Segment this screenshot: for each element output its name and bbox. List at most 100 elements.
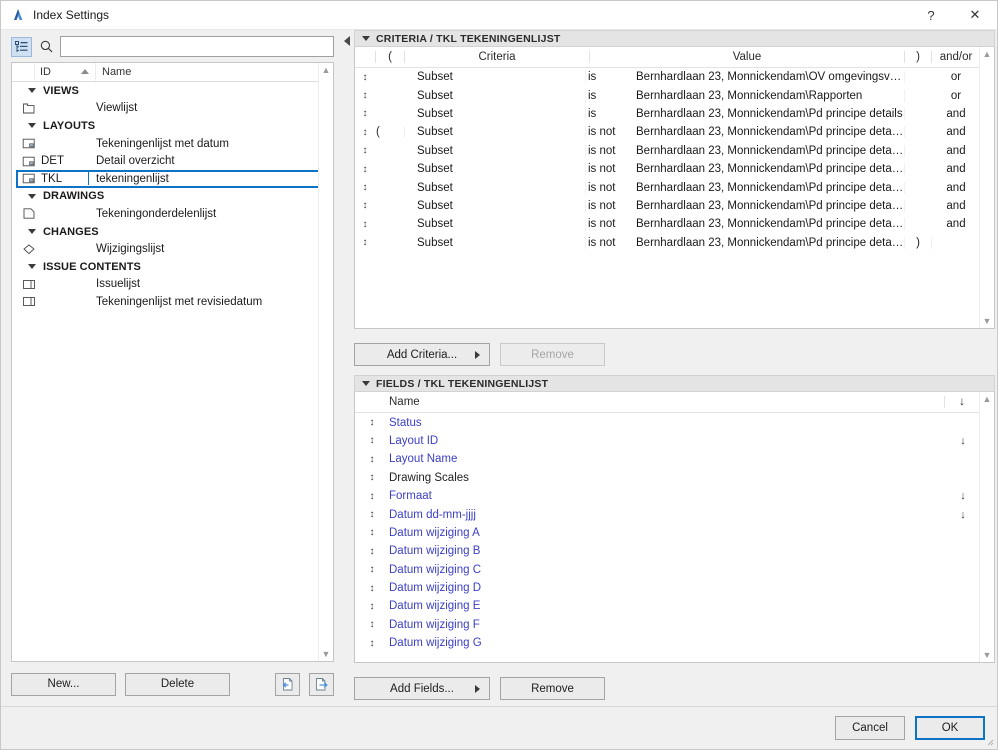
fields-scrollbar[interactable]: ▲ ▼ xyxy=(979,392,994,662)
criteria-value[interactable]: Bernhardlaan 23, Monnickendam\Pd princip… xyxy=(634,236,905,249)
scroll-up-icon[interactable]: ▲ xyxy=(980,392,994,406)
field-name[interactable]: Datum dd-mm-jjjj xyxy=(389,509,946,521)
export-icon[interactable] xyxy=(309,672,334,696)
criteria-row[interactable]: ↕ Subset is not Bernhardlaan 23, Monnickend… xyxy=(355,142,994,160)
criteria-operator[interactable]: is not xyxy=(586,145,634,157)
tree-item-tekeningenlijst-met-revisiedatum[interactable]: Tekeningenlijst met revisiedatum xyxy=(12,293,333,311)
field-name[interactable]: Drawing Scales xyxy=(389,472,946,484)
criteria-row[interactable]: ↕ Subset is not Bernhardlaan 23, Monnickend… xyxy=(355,160,994,178)
chevron-down-icon[interactable] xyxy=(362,381,370,387)
criteria-operator[interactable]: is not xyxy=(586,126,634,138)
tree-item-tekeningenlijst-met-datum[interactable]: Tekeningenlijst met datum xyxy=(12,135,333,153)
fields-section-header[interactable]: FIELDS / TKL TEKENINGENLIJST xyxy=(354,375,995,393)
field-drag-handle-icon[interactable]: ↕ xyxy=(355,491,389,502)
criteria-value[interactable]: Bernhardlaan 23, Monnickendam\Pd princip… xyxy=(634,126,905,139)
field-row[interactable]: ↕ Datum wijziging C xyxy=(355,560,994,578)
field-drag-handle-icon[interactable]: ↕ xyxy=(355,435,389,446)
criteria-value[interactable]: Bernhardlaan 23, Monnickendam\Pd princip… xyxy=(634,144,905,157)
field-name[interactable]: Layout ID xyxy=(389,435,946,447)
criteria-field[interactable]: Subset xyxy=(405,89,586,102)
criteria-drag-handle-icon[interactable]: ↕ xyxy=(355,127,375,138)
field-row[interactable]: ↕ Datum wijziging F xyxy=(355,616,994,634)
field-name[interactable]: Formaat xyxy=(389,490,946,502)
field-drag-handle-icon[interactable]: ↕ xyxy=(355,564,389,575)
criteria-operator[interactable]: is not xyxy=(586,200,634,212)
sort-descending-icon[interactable]: ↓ xyxy=(946,509,980,521)
scroll-down-icon[interactable]: ▼ xyxy=(980,314,994,328)
field-row[interactable]: ↕ Drawing Scales xyxy=(355,469,994,487)
scroll-up-icon[interactable]: ▲ xyxy=(319,63,333,77)
criteria-paren-open[interactable]: ( xyxy=(375,126,405,139)
criteria-andor[interactable]: and xyxy=(932,126,980,138)
field-row[interactable]: ↕ Datum wijziging E xyxy=(355,597,994,615)
tree-item-tekeningonderdelenlijst[interactable]: Tekeningonderdelenlijst xyxy=(12,205,333,223)
import-icon[interactable] xyxy=(275,672,300,696)
field-row[interactable]: ↕ Datum dd-mm-jjjj ↓ xyxy=(355,505,994,523)
scroll-down-icon[interactable]: ▼ xyxy=(319,647,333,661)
tree-item-id[interactable]: TKL xyxy=(40,173,93,185)
criteria-field[interactable]: Subset xyxy=(405,107,586,120)
field-name[interactable]: Datum wijziging G xyxy=(389,637,946,649)
criteria-operator[interactable]: is xyxy=(586,90,634,102)
criteria-header-paren-open[interactable]: ( xyxy=(375,51,405,63)
criteria-operator[interactable]: is xyxy=(586,71,634,83)
criteria-operator[interactable]: is not xyxy=(586,237,634,249)
chevron-down-icon[interactable] xyxy=(28,123,36,129)
criteria-header-value[interactable]: Value xyxy=(590,51,905,63)
criteria-andor[interactable]: or xyxy=(932,90,980,102)
criteria-andor[interactable]: and xyxy=(932,163,980,175)
field-drag-handle-icon[interactable]: ↕ xyxy=(355,638,389,649)
add-fields-button[interactable]: Add Fields... xyxy=(354,677,490,700)
chevron-down-icon[interactable] xyxy=(28,193,36,199)
field-drag-handle-icon[interactable]: ↕ xyxy=(355,417,389,428)
chevron-down-icon[interactable] xyxy=(28,229,36,235)
close-button[interactable]: ✕ xyxy=(953,1,997,29)
remove-fields-button[interactable]: Remove xyxy=(500,677,605,700)
new-button[interactable]: New... xyxy=(11,672,116,696)
criteria-value[interactable]: Bernhardlaan 23, Monnickendam\Rapporten xyxy=(634,89,905,102)
chevron-down-icon[interactable] xyxy=(28,88,36,94)
field-name[interactable]: Datum wijziging B xyxy=(389,545,946,557)
criteria-drag-handle-icon[interactable]: ↕ xyxy=(355,72,375,83)
criteria-drag-handle-icon[interactable]: ↕ xyxy=(355,237,375,248)
field-drag-handle-icon[interactable]: ↕ xyxy=(355,619,389,630)
criteria-value[interactable]: Bernhardlaan 23, Monnickendam\Pd princip… xyxy=(634,163,905,176)
criteria-operator[interactable]: is not xyxy=(586,218,634,230)
tree-scrollbar[interactable]: ▲ ▼ xyxy=(318,63,333,661)
scroll-up-icon[interactable]: ▲ xyxy=(980,47,994,61)
criteria-andor[interactable]: and xyxy=(932,108,980,120)
criteria-field[interactable]: Subset xyxy=(405,163,586,176)
tree-item-issuelijst[interactable]: Issuelijst xyxy=(12,276,333,294)
tree-item-det[interactable]: DET Detail overzicht xyxy=(12,152,333,170)
add-criteria-button[interactable]: Add Criteria... xyxy=(354,343,490,367)
tree-item-viewlijst[interactable]: Viewlijst xyxy=(12,100,333,118)
criteria-operator[interactable]: is not xyxy=(586,182,634,194)
field-name[interactable]: Datum wijziging E xyxy=(389,600,946,612)
criteria-field[interactable]: Subset xyxy=(405,199,586,212)
criteria-section-header[interactable]: CRITERIA / TKL TEKENINGENLIJST xyxy=(354,30,995,47)
criteria-value[interactable]: Bernhardlaan 23, Monnickendam\Pd princip… xyxy=(634,181,905,194)
tree-group-views[interactable]: VIEWS xyxy=(12,82,333,100)
pane-splitter[interactable] xyxy=(342,30,354,706)
field-drag-handle-icon[interactable]: ↕ xyxy=(355,472,389,483)
ok-button[interactable]: OK xyxy=(915,716,985,740)
field-row[interactable]: ↕ Formaat ↓ xyxy=(355,487,994,505)
field-name[interactable]: Datum wijziging A xyxy=(389,527,946,539)
field-name[interactable]: Status xyxy=(389,417,946,429)
field-row[interactable]: ↕ Layout Name xyxy=(355,450,994,468)
tree-group-changes[interactable]: CHANGES xyxy=(12,223,333,241)
criteria-drag-handle-icon[interactable]: ↕ xyxy=(355,90,375,101)
resize-grip-icon[interactable] xyxy=(984,736,994,746)
criteria-operator[interactable]: is not xyxy=(586,163,634,175)
criteria-row[interactable]: ↕ Subset is not Bernhardlaan 23, Monnickend… xyxy=(355,178,994,196)
delete-button[interactable]: Delete xyxy=(125,672,230,696)
field-name[interactable]: Layout Name xyxy=(389,453,946,465)
field-row[interactable]: ↕ Layout ID ↓ xyxy=(355,432,994,450)
sort-descending-icon[interactable]: ↓ xyxy=(946,490,980,502)
criteria-field[interactable]: Subset xyxy=(405,144,586,157)
chevron-down-icon[interactable] xyxy=(28,264,36,270)
fields-header-sort[interactable]: ↓ xyxy=(944,396,980,409)
criteria-row[interactable]: ↕(Subset is not Bernhardlaan 23, Monnicken… xyxy=(355,123,994,141)
criteria-andor[interactable]: and xyxy=(932,218,980,230)
field-drag-handle-icon[interactable]: ↕ xyxy=(355,546,389,557)
